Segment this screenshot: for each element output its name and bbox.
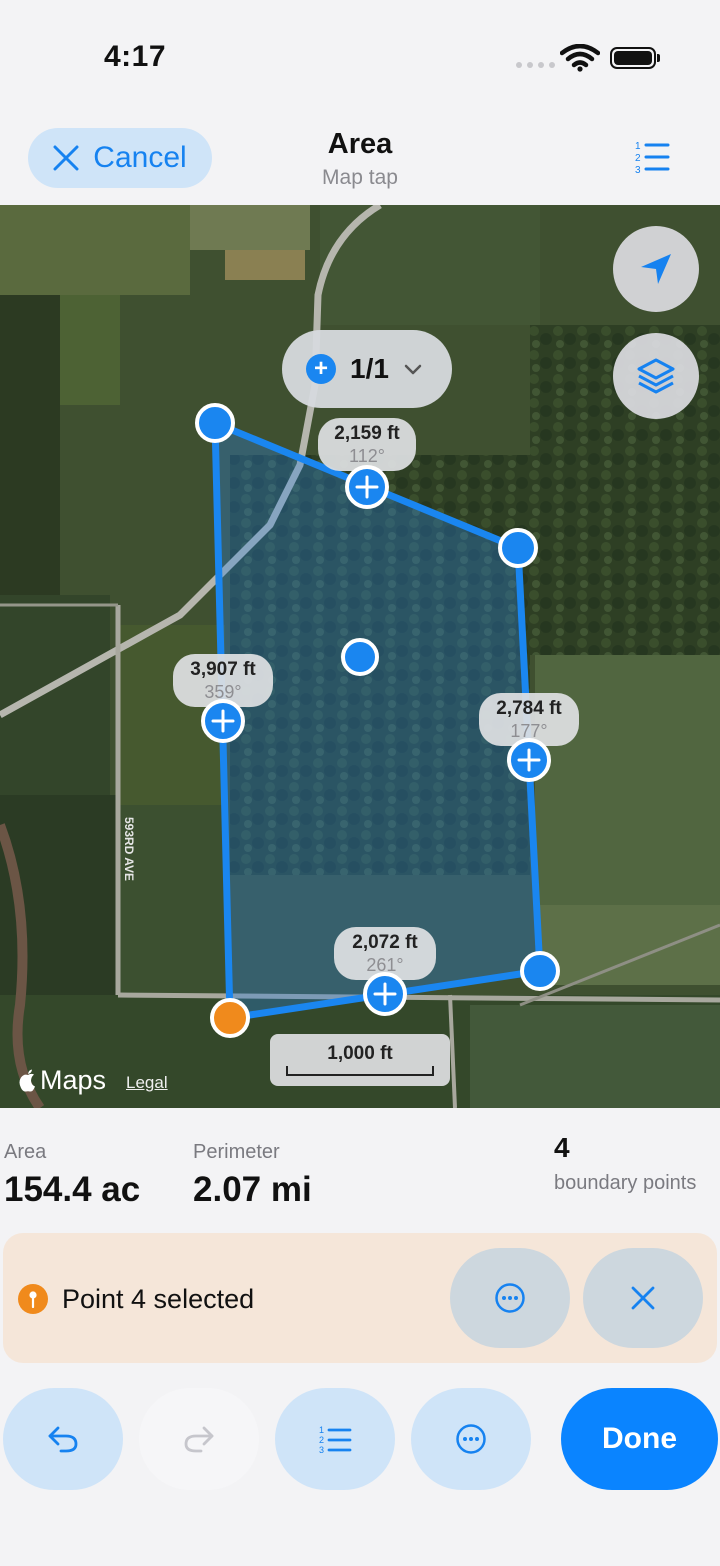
svg-text:1: 1 <box>319 1425 324 1435</box>
undo-button[interactable] <box>3 1388 123 1490</box>
status-time: 4:17 <box>104 40 167 73</box>
selection-text: Point 4 selected <box>62 1284 255 1314</box>
area-label: Area <box>4 1141 47 1163</box>
maps-brand: Maps <box>40 1065 107 1095</box>
area-value: 154.4 ac <box>4 1170 141 1209</box>
maps-attribution: Maps <box>18 1065 106 1096</box>
centroid-handle[interactable] <box>341 638 379 676</box>
add-midpoint-button[interactable] <box>201 699 245 743</box>
add-midpoint-button[interactable] <box>363 972 407 1016</box>
page-title: Area <box>327 128 393 160</box>
svg-text:1: 1 <box>635 141 641 152</box>
more-options-button[interactable] <box>411 1388 531 1490</box>
svg-text:2: 2 <box>319 1435 324 1445</box>
vertex-handle[interactable] <box>520 951 560 991</box>
scale-ruler <box>286 1066 434 1076</box>
vertex-handle[interactable] <box>195 403 235 443</box>
deselect-button[interactable] <box>583 1248 703 1348</box>
battery-icon <box>610 47 656 69</box>
redo-button[interactable] <box>139 1388 259 1490</box>
page-subtitle: Map tap <box>322 166 398 189</box>
points-label: boundary points <box>554 1172 697 1194</box>
done-button[interactable]: Done <box>561 1388 718 1490</box>
svg-text:3: 3 <box>319 1445 324 1455</box>
points-list-button[interactable]: 1 2 3 <box>275 1388 395 1490</box>
signal-icon <box>516 62 555 68</box>
wifi-icon <box>560 44 600 72</box>
point-more-button[interactable] <box>450 1248 570 1348</box>
vertex-handle[interactable] <box>498 528 538 568</box>
numbered-list-icon: 1 2 3 <box>319 1425 352 1455</box>
pin-icon <box>18 1284 48 1314</box>
redo-icon <box>184 1426 214 1453</box>
close-icon <box>631 1286 655 1310</box>
perimeter-label: Perimeter <box>193 1141 280 1163</box>
numbered-list-icon[interactable]: 1 2 3 <box>626 136 678 180</box>
perimeter-value: 2.07 mi <box>193 1170 312 1209</box>
add-midpoint-button[interactable] <box>345 465 389 509</box>
undo-icon <box>48 1426 78 1453</box>
more-icon <box>456 1424 486 1454</box>
more-icon <box>495 1283 525 1313</box>
svg-text:3: 3 <box>635 165 641 176</box>
vertex-handle-selected[interactable] <box>210 998 250 1038</box>
svg-text:2: 2 <box>635 153 641 164</box>
add-midpoint-button[interactable] <box>507 738 551 782</box>
scale-bar: 1,000 ft <box>270 1034 450 1086</box>
apple-logo-icon <box>19 1069 35 1092</box>
scale-label: 1,000 ft <box>327 1043 393 1064</box>
map-view[interactable]: 593RD AVE + 1/1 2,159 ft 112° 3,907 ft 3… <box>0 205 720 1108</box>
points-count: 4 <box>554 1132 570 1163</box>
battery-tip <box>657 54 660 62</box>
polygon-handles <box>195 403 560 1038</box>
legal-link[interactable]: Legal <box>126 1073 168 1093</box>
